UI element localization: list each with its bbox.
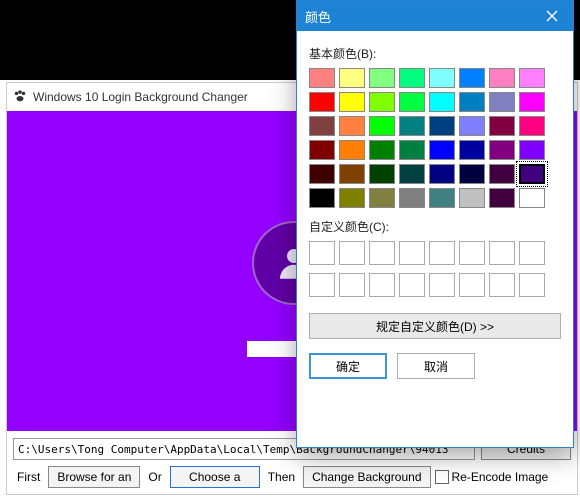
ok-button[interactable]: 确定: [309, 353, 387, 379]
color-swatch[interactable]: [339, 188, 365, 208]
color-swatch[interactable]: [489, 92, 515, 112]
custom-color-slot[interactable]: [369, 273, 395, 297]
color-swatch[interactable]: [429, 68, 455, 88]
color-swatch[interactable]: [489, 188, 515, 208]
color-swatch[interactable]: [339, 164, 365, 184]
color-swatch[interactable]: [489, 140, 515, 160]
color-swatch[interactable]: [309, 188, 335, 208]
reencode-label: Re-Encode Image: [452, 470, 549, 484]
color-swatch[interactable]: [399, 140, 425, 160]
color-swatch[interactable]: [309, 116, 335, 136]
color-swatch[interactable]: [339, 68, 365, 88]
color-swatch[interactable]: [339, 140, 365, 160]
custom-color-slot[interactable]: [429, 241, 455, 265]
basic-colors-label: 基本颜色(B):: [309, 45, 561, 62]
color-swatch[interactable]: [369, 116, 395, 136]
color-swatch[interactable]: [519, 164, 545, 184]
app-icon: [13, 89, 27, 103]
color-swatch[interactable]: [519, 68, 545, 88]
color-swatch[interactable]: [459, 164, 485, 184]
label-first: First: [13, 470, 44, 484]
color-swatch[interactable]: [519, 116, 545, 136]
dialog-titlebar: 颜色: [297, 1, 573, 31]
define-custom-button[interactable]: 规定自定义颜色(D) >>: [309, 313, 561, 339]
color-swatch[interactable]: [429, 92, 455, 112]
custom-color-slot[interactable]: [459, 241, 485, 265]
color-swatch[interactable]: [489, 68, 515, 88]
custom-color-slot[interactable]: [399, 241, 425, 265]
custom-color-slot[interactable]: [429, 273, 455, 297]
custom-color-slot[interactable]: [309, 273, 335, 297]
custom-colors-label: 自定义颜色(C):: [309, 218, 561, 235]
color-swatch[interactable]: [369, 164, 395, 184]
label-then: Then: [264, 470, 299, 484]
color-swatch[interactable]: [429, 116, 455, 136]
color-swatch[interactable]: [459, 188, 485, 208]
change-background-button[interactable]: Change Background: [303, 466, 430, 488]
color-swatch[interactable]: [459, 140, 485, 160]
color-swatch[interactable]: [489, 116, 515, 136]
basic-colors-grid: [309, 68, 561, 208]
color-swatch[interactable]: [309, 92, 335, 112]
reencode-checkbox[interactable]: Re-Encode Image: [435, 470, 549, 485]
browse-button[interactable]: Browse for an: [48, 466, 140, 488]
custom-color-slot[interactable]: [369, 241, 395, 265]
color-swatch[interactable]: [429, 140, 455, 160]
color-swatch[interactable]: [399, 92, 425, 112]
color-swatch[interactable]: [369, 92, 395, 112]
custom-color-slot[interactable]: [519, 241, 545, 265]
custom-color-slot[interactable]: [339, 273, 365, 297]
color-swatch[interactable]: [369, 140, 395, 160]
color-swatch[interactable]: [489, 164, 515, 184]
custom-color-slot[interactable]: [399, 273, 425, 297]
color-swatch[interactable]: [429, 164, 455, 184]
color-swatch[interactable]: [309, 68, 335, 88]
color-swatch[interactable]: [459, 116, 485, 136]
color-swatch[interactable]: [369, 68, 395, 88]
dialog-title: 颜色: [305, 7, 331, 26]
color-swatch[interactable]: [519, 188, 545, 208]
color-swatch[interactable]: [459, 68, 485, 88]
color-swatch[interactable]: [459, 92, 485, 112]
custom-color-slot[interactable]: [519, 273, 545, 297]
color-swatch[interactable]: [399, 188, 425, 208]
window-title: Windows 10 Login Background Changer: [33, 83, 248, 111]
custom-color-slot[interactable]: [489, 273, 515, 297]
color-swatch[interactable]: [309, 140, 335, 160]
color-swatch[interactable]: [339, 92, 365, 112]
color-swatch[interactable]: [309, 164, 335, 184]
color-swatch[interactable]: [399, 68, 425, 88]
custom-color-slot[interactable]: [339, 241, 365, 265]
color-swatch[interactable]: [399, 164, 425, 184]
color-swatch[interactable]: [369, 188, 395, 208]
custom-colors-grid: [309, 241, 561, 299]
custom-color-slot[interactable]: [489, 241, 515, 265]
color-swatch[interactable]: [399, 116, 425, 136]
label-or: Or: [144, 470, 165, 484]
color-swatch[interactable]: [519, 140, 545, 160]
dialog-close-icon[interactable]: [539, 3, 565, 29]
custom-color-slot[interactable]: [459, 273, 485, 297]
color-dialog: 颜色 基本颜色(B): 自定义颜色(C): 规定自定义颜色(D) >> 确定 取…: [296, 0, 574, 448]
color-swatch[interactable]: [519, 92, 545, 112]
color-swatch[interactable]: [429, 188, 455, 208]
custom-color-slot[interactable]: [309, 241, 335, 265]
choose-color-button[interactable]: Choose a: [170, 466, 260, 488]
cancel-button[interactable]: 取消: [397, 353, 475, 379]
color-swatch[interactable]: [339, 116, 365, 136]
